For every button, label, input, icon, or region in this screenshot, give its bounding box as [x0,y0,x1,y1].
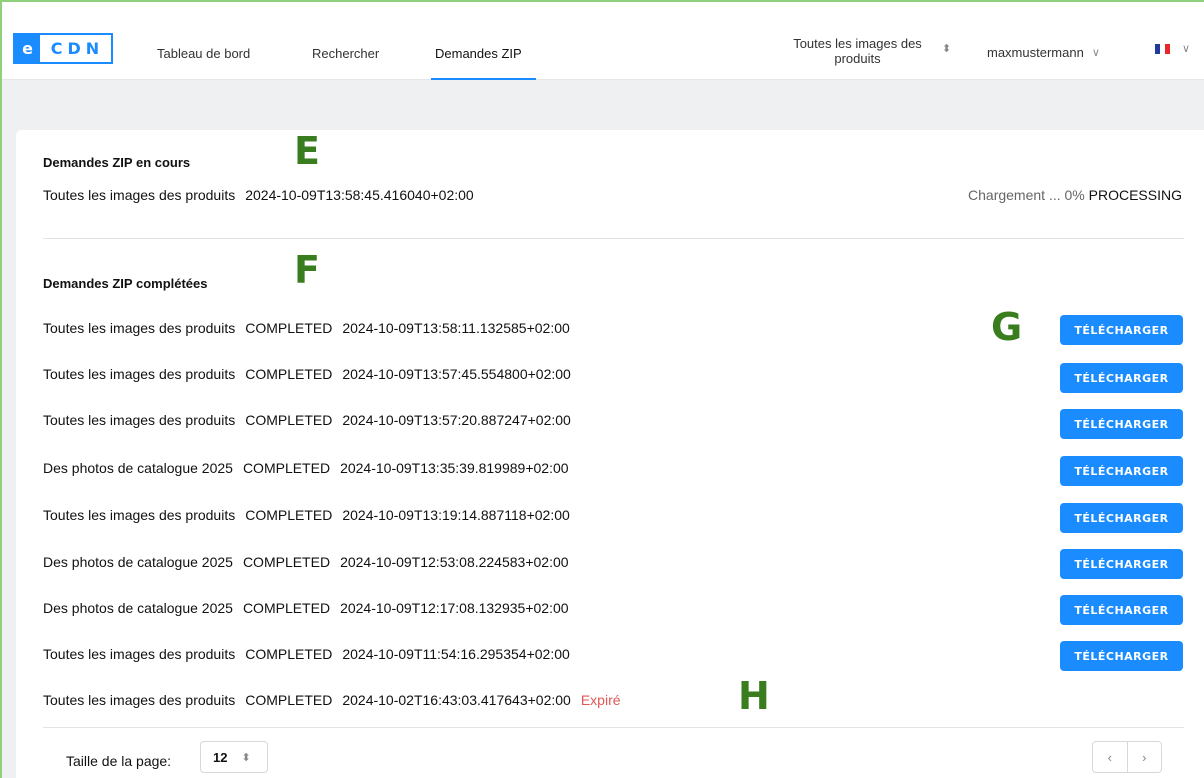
user-menu[interactable]: maxmustermann ∨ [987,42,1100,62]
request-name: Toutes les images des produits [43,692,236,708]
completed-title: Demandes ZIP complétées [43,276,208,291]
completed-row: Toutes les images des produits COMPLETED 2… [43,412,571,428]
page-size-label: Taille de la page: [66,753,172,769]
app-frame: e CDN Tableau de bord Rechercher Demande… [0,0,1204,778]
expired-label: Expiré [580,692,621,708]
completed-row: Des photos de catalogue 2025 COMPLETED 202… [43,460,569,476]
request-timestamp: 2024-10-09T13:57:20.887247+02:00 [342,412,571,428]
request-timestamp: 2024-10-09T13:19:14.887118+02:00 [342,507,570,523]
logo-cdn: CDN [50,39,105,58]
status-badge: COMPLETED [242,554,331,570]
top-header: e CDN Tableau de bord Rechercher Demande… [2,2,1204,80]
download-button[interactable]: TÉLÉCHARGER [1060,503,1183,533]
chevron-down-icon: ∨ [1182,43,1191,55]
request-timestamp: 2024-10-09T11:54:16.295354+02:00 [342,646,570,662]
page-size-value: 12 [213,749,228,765]
status-badge: COMPLETED [245,507,333,523]
completed-row: Toutes les images des produits COMPLETED 2… [43,507,570,523]
request-timestamp: 2024-10-09T13:58:45.416040+02:00 [245,187,474,203]
tab-zip-requests[interactable]: Demandes ZIP [435,46,522,61]
status-badge: COMPLETED [245,412,333,428]
download-button[interactable]: TÉLÉCHARGER [1060,315,1183,345]
request-timestamp: 2024-10-09T12:53:08.224583+02:00 [340,554,569,570]
france-flag-icon [1155,43,1170,54]
request-name: Des photos de catalogue 2025 [43,554,233,570]
request-name: Toutes les images des produits [43,507,236,523]
tab-search[interactable]: Rechercher [312,46,379,61]
annotation-h: H [738,674,770,718]
status-badge: COMPLETED [245,692,333,708]
request-name: Des photos de catalogue 2025 [43,460,233,476]
completed-row: Toutes les images des produits COMPLETED 2… [43,366,571,382]
download-button[interactable]: TÉLÉCHARGER [1060,641,1183,671]
pagination: ‹ › [1092,741,1162,773]
download-button[interactable]: TÉLÉCHARGER [1060,363,1183,393]
completed-row: Des photos de catalogue 2025 COMPLETED 202… [43,554,569,570]
section-divider [43,238,1184,239]
language-select[interactable]: ∨ [1155,42,1190,55]
annotation-f: F [294,248,320,292]
zip-requests-card: Demandes ZIP en cours E Toutes les image… [16,130,1204,778]
completed-row: Toutes les images des produits COMPLETED 2… [43,320,570,336]
progress-label: Chargement ... 0% [968,187,1085,203]
request-timestamp: 2024-10-09T13:58:11.132585+02:00 [342,320,570,336]
download-button[interactable]: TÉLÉCHARGER [1060,595,1183,625]
up-down-chevron-icon: ⬍ [241,751,251,764]
annotation-e: E [294,129,320,173]
page-top-band [2,80,1204,130]
request-name: Toutes les images des produits [43,646,236,662]
annotation-g: G [991,305,1023,349]
download-button[interactable]: TÉLÉCHARGER [1060,549,1183,579]
completed-row: Des photos de catalogue 2025 COMPLETED 202… [43,600,569,616]
status-badge: COMPLETED [245,320,333,336]
status-badge: COMPLETED [242,600,331,616]
up-down-chevron-icon: ⬍ [942,43,952,55]
completed-row: Toutes les images des produits COMPLETED 2… [43,646,570,662]
request-timestamp: 2024-10-09T13:35:39.819989+02:00 [340,460,569,476]
request-name: Des photos de catalogue 2025 [43,600,233,616]
request-name: Toutes les images des produits [43,366,236,382]
logo-e: e [15,35,40,62]
progress-status: Chargement ... 0% PROCESSING [968,187,1182,203]
prev-page-button[interactable]: ‹ [1093,742,1128,772]
status-badge: COMPLETED [245,366,333,382]
chevron-down-icon: ∨ [1091,46,1100,59]
page-size-select[interactable]: 12 ⬍ [200,741,268,773]
download-button[interactable]: TÉLÉCHARGER [1060,456,1183,486]
scope-select-value: Toutes les images des produits [793,36,922,66]
status-badge: PROCESSING [1088,187,1182,203]
footer-divider [43,727,1184,728]
status-badge: COMPLETED [245,646,333,662]
in-progress-title: Demandes ZIP en cours [43,155,191,170]
scope-select[interactable]: Toutes les images des produits ⬍ [772,36,962,68]
request-name: Toutes les images des produits [43,412,236,428]
status-badge: COMPLETED [242,460,331,476]
request-name: Toutes les images des produits [43,187,236,203]
next-page-button[interactable]: › [1128,742,1162,772]
user-name: maxmustermann [987,44,1084,60]
request-timestamp: 2024-10-09T13:57:45.554800+02:00 [342,366,571,382]
download-button[interactable]: TÉLÉCHARGER [1060,409,1183,439]
request-timestamp: 2024-10-02T16:43:03.417643+02:00 [342,692,571,708]
completed-row: Toutes les images des produits COMPLETED 2… [43,692,621,708]
in-progress-row: Toutes les images des produits 2024-10-09… [43,187,474,203]
tab-dashboard[interactable]: Tableau de bord [157,46,250,61]
ecdn-logo[interactable]: e CDN [13,33,113,64]
request-name: Toutes les images des produits [43,320,236,336]
request-timestamp: 2024-10-09T12:17:08.132935+02:00 [340,600,569,616]
